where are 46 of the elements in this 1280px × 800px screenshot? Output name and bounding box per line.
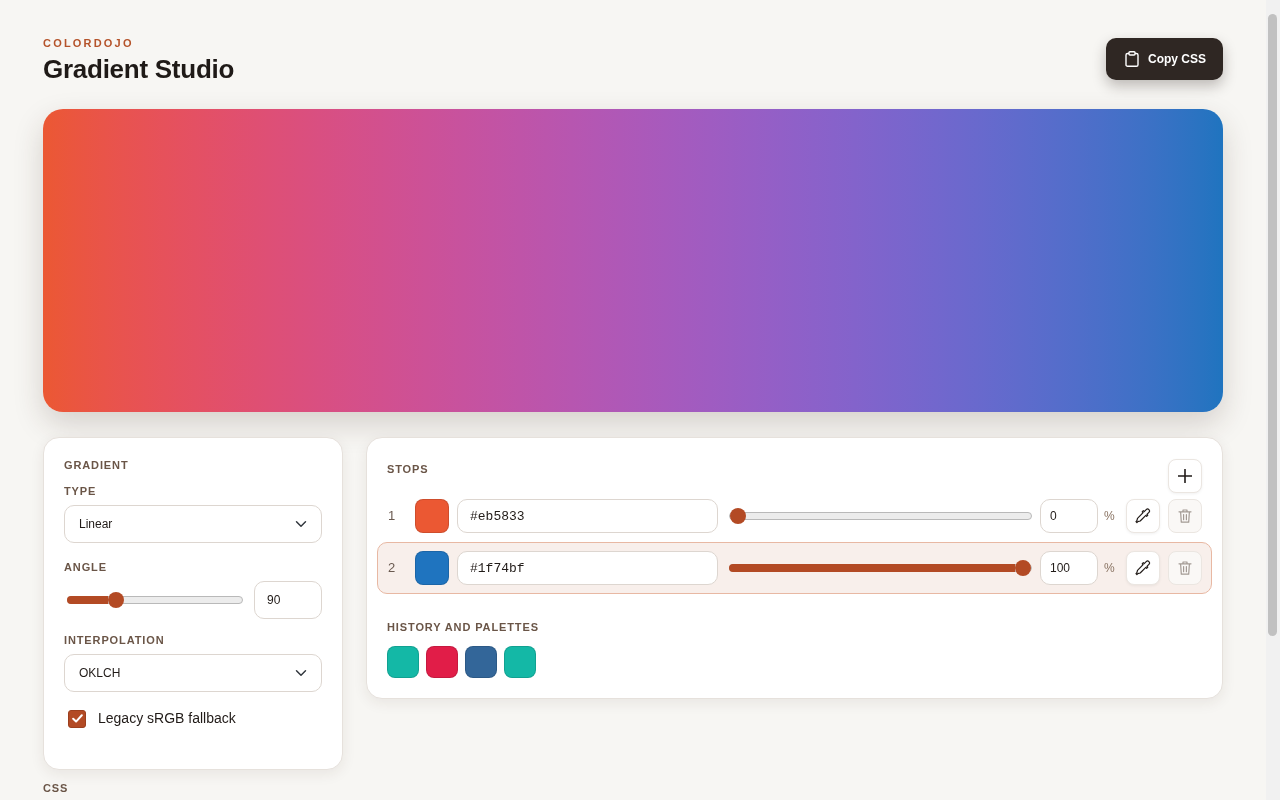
checkbox-label: Legacy sRGB fallback [98, 709, 236, 728]
interpolation-select[interactable]: OKLCH [64, 654, 322, 692]
slider-thumb[interactable] [730, 508, 746, 524]
swatch-icon[interactable] [415, 551, 449, 585]
swatch-icon[interactable] [415, 499, 449, 533]
eyedropper-button[interactable] [1126, 551, 1160, 585]
checkbox[interactable] [68, 709, 86, 728]
field-label: TYPE [64, 484, 97, 499]
brand-label: COLORDOJO [43, 36, 134, 50]
eyedropper-button[interactable] [1126, 499, 1160, 533]
unit-label: % [1104, 508, 1116, 525]
field-label: ANGLE [64, 560, 107, 575]
section-heading: GRADIENT [64, 458, 129, 473]
hex-input[interactable]: #1f74bf [457, 551, 718, 585]
plus-icon [1178, 469, 1192, 483]
stop-index: 2 [387, 559, 397, 578]
section-heading: STOPS [387, 462, 429, 477]
slider-fill [67, 596, 108, 604]
field-label: INTERPOLATION [64, 633, 165, 648]
trash-icon [1177, 560, 1193, 576]
scrollbar-thumb[interactable] [1268, 14, 1277, 636]
eyedropper-icon [1135, 508, 1151, 524]
swatch-icon[interactable] [387, 646, 419, 678]
swatch-icon[interactable] [504, 646, 536, 678]
page-title: Gradient Studio [43, 53, 235, 85]
copy-css-button[interactable]: Copy CSS [1106, 38, 1223, 80]
clipboard-icon [1125, 51, 1139, 67]
angle-input[interactable]: 90 [254, 581, 322, 619]
checkmark-icon [71, 714, 83, 723]
stop-row[interactable]: 2 #1f74bf 100 % [377, 542, 1212, 594]
add-stop-button[interactable] [1168, 459, 1202, 493]
stop-row[interactable]: 1 #eb5833 0 % [377, 490, 1212, 542]
swatch-icon[interactable] [426, 646, 458, 678]
position-input[interactable]: 100 [1040, 551, 1098, 585]
swatch-icon[interactable] [465, 646, 497, 678]
position-input[interactable]: 0 [1040, 499, 1098, 533]
slider-thumb[interactable] [1015, 560, 1031, 576]
slider-thumb[interactable] [107, 592, 124, 608]
type-select[interactable]: Linear [64, 505, 322, 543]
unit-label: % [1104, 560, 1116, 577]
trash-icon [1177, 508, 1193, 524]
stop-index: 1 [387, 507, 397, 526]
section-heading: CSS [43, 781, 69, 796]
hex-input[interactable]: #eb5833 [457, 499, 718, 533]
eyedropper-icon [1135, 560, 1151, 576]
section-heading: HISTORY AND PALETTES [387, 620, 539, 635]
